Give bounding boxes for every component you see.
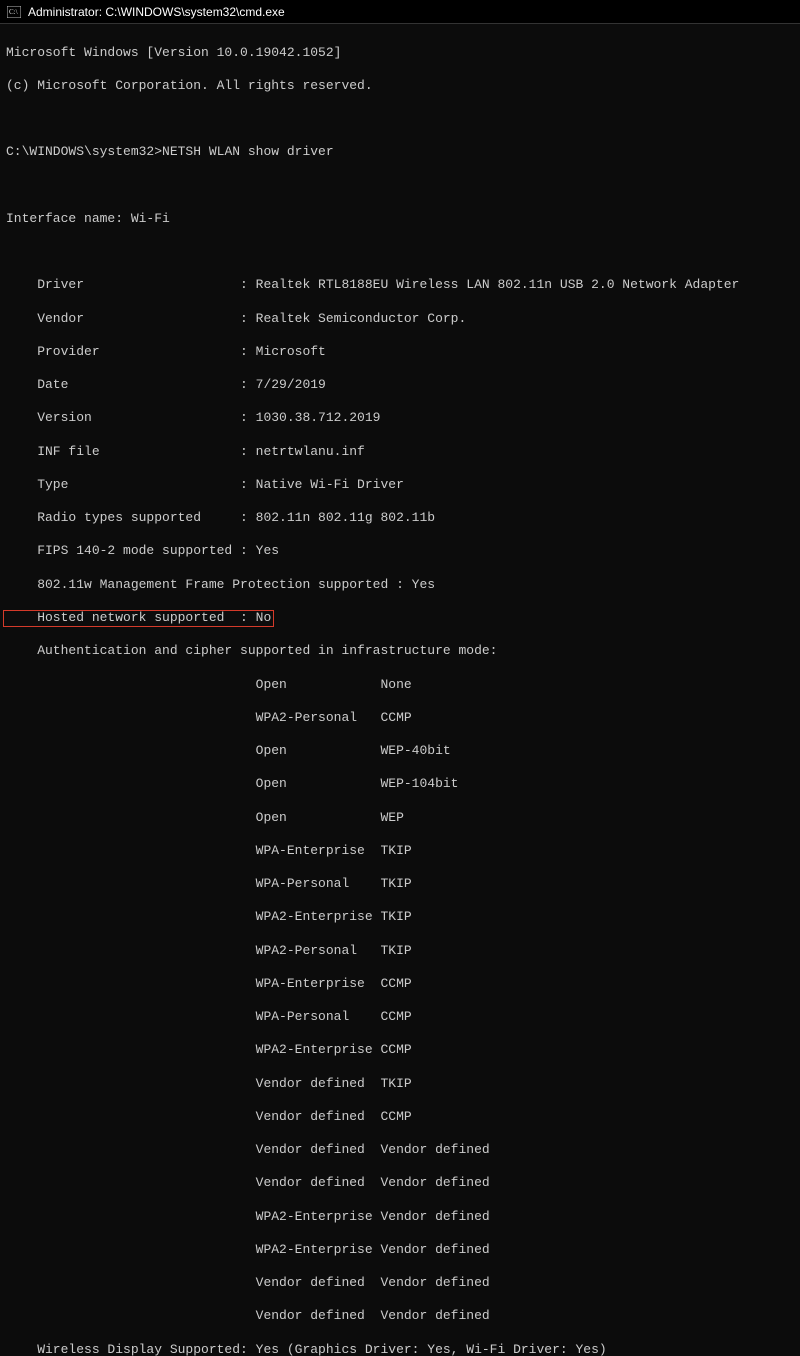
cipher-row: WPA-Enterprise CCMP bbox=[6, 976, 794, 993]
prompt-line: C:\WINDOWS\system32>NETSH WLAN show driv… bbox=[6, 144, 794, 161]
cipher-row: Vendor defined Vendor defined bbox=[6, 1308, 794, 1325]
cmd-icon: C:\ bbox=[6, 4, 22, 20]
cipher-row: Open WEP-104bit bbox=[6, 776, 794, 793]
row-provider: Provider : Microsoft bbox=[6, 344, 794, 361]
blank-line bbox=[6, 178, 794, 195]
command-text[interactable]: NETSH WLAN show driver bbox=[162, 144, 334, 161]
cipher-row: Vendor defined CCMP bbox=[6, 1109, 794, 1126]
cipher-row: WPA-Personal TKIP bbox=[6, 876, 794, 893]
row-date: Date : 7/29/2019 bbox=[6, 377, 794, 394]
row-inf-file: INF file : netrtwlanu.inf bbox=[6, 444, 794, 461]
svg-text:C:\: C:\ bbox=[9, 8, 18, 16]
cipher-row: WPA2-Enterprise Vendor defined bbox=[6, 1242, 794, 1259]
blank-line bbox=[6, 244, 794, 261]
interface-name: Interface name: Wi-Fi bbox=[6, 211, 794, 228]
row-version: Version : 1030.38.712.2019 bbox=[6, 410, 794, 427]
window-title-bar[interactable]: C:\ Administrator: C:\WINDOWS\system32\c… bbox=[0, 0, 800, 24]
cipher-row: WPA2-Enterprise Vendor defined bbox=[6, 1209, 794, 1226]
cipher-row: WPA2-Enterprise TKIP bbox=[6, 909, 794, 926]
cipher-row: Open None bbox=[6, 677, 794, 694]
cipher-row: Vendor defined TKIP bbox=[6, 1076, 794, 1093]
prompt: C:\WINDOWS\system32> bbox=[6, 144, 162, 161]
ms-windows-version: Microsoft Windows [Version 10.0.19042.10… bbox=[6, 45, 794, 62]
cipher-row: WPA2-Personal TKIP bbox=[6, 943, 794, 960]
cipher-row: Vendor defined Vendor defined bbox=[6, 1142, 794, 1159]
row-radio-types: Radio types supported : 802.11n 802.11g … bbox=[6, 510, 794, 527]
row-wireless-display: Wireless Display Supported: Yes (Graphic… bbox=[6, 1342, 794, 1356]
cipher-row: Vendor defined Vendor defined bbox=[6, 1175, 794, 1192]
highlight-hosted-network: Hosted network supported : No bbox=[3, 610, 274, 627]
cipher-row: Open WEP-40bit bbox=[6, 743, 794, 760]
terminal-output: Microsoft Windows [Version 10.0.19042.10… bbox=[0, 24, 800, 1356]
cipher-row: Open WEP bbox=[6, 810, 794, 827]
row-type: Type : Native Wi-Fi Driver bbox=[6, 477, 794, 494]
row-fips: FIPS 140-2 mode supported : Yes bbox=[6, 543, 794, 560]
row-vendor: Vendor : Realtek Semiconductor Corp. bbox=[6, 311, 794, 328]
cipher-row: WPA-Personal CCMP bbox=[6, 1009, 794, 1026]
blank-line bbox=[6, 111, 794, 128]
cipher-row: WPA-Enterprise TKIP bbox=[6, 843, 794, 860]
row-80211w-mfp: 802.11w Management Frame Protection supp… bbox=[6, 577, 794, 594]
cipher-row: Vendor defined Vendor defined bbox=[6, 1275, 794, 1292]
cipher-row: WPA2-Personal CCMP bbox=[6, 710, 794, 727]
window-title: Administrator: C:\WINDOWS\system32\cmd.e… bbox=[28, 5, 285, 19]
copyright-line: (c) Microsoft Corporation. All rights re… bbox=[6, 78, 794, 95]
row-driver: Driver : Realtek RTL8188EU Wireless LAN … bbox=[6, 277, 794, 294]
cipher-row: WPA2-Enterprise CCMP bbox=[6, 1042, 794, 1059]
row-hosted-network: Hosted network supported : No bbox=[6, 610, 794, 627]
row-auth-cipher-header: Authentication and cipher supported in i… bbox=[6, 643, 794, 660]
